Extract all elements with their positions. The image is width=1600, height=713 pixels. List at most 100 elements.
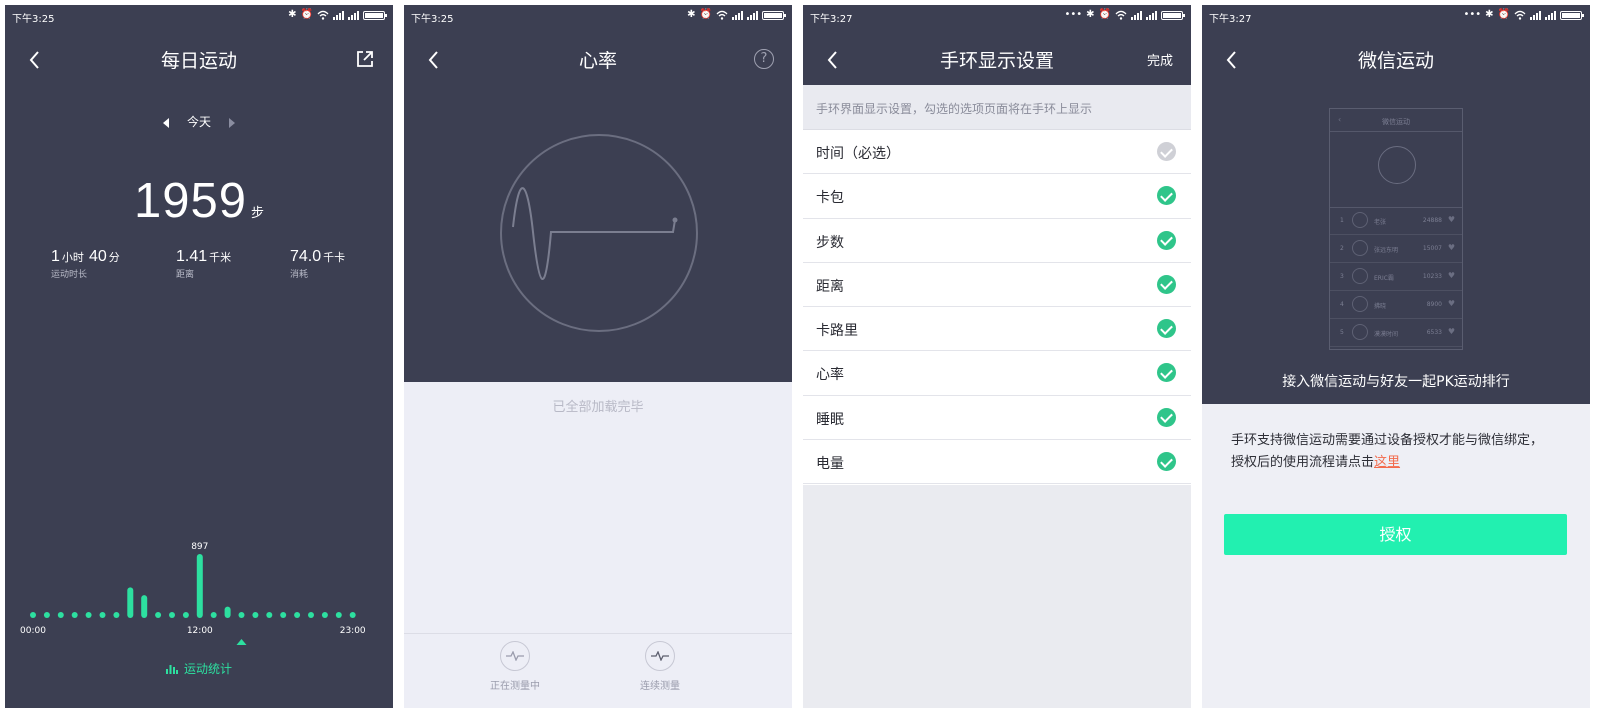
checkmark-icon[interactable] — [1157, 407, 1176, 427]
next-day-icon[interactable] — [228, 117, 235, 128]
checkmark-icon[interactable] — [1157, 319, 1176, 339]
authorize-button[interactable]: 授权 — [1224, 514, 1567, 555]
bluetooth-icon: ✱ — [687, 9, 696, 20]
preview-rank-row: 4 拂晓 8900 ♥ — [1330, 291, 1462, 319]
chart-bar[interactable] — [43, 612, 50, 618]
chart-bar[interactable] — [155, 612, 162, 618]
setting-label: 睡眠 — [816, 411, 844, 428]
distance-unit: 千米 — [209, 251, 232, 264]
activity-stats-link[interactable]: 运动统计 — [5, 660, 393, 677]
heart-icon: ♥ — [1447, 299, 1455, 308]
hourly-steps-chart[interactable]: 897 00:00 12:00 23:00 — [5, 525, 393, 655]
rank-avatar — [1352, 324, 1368, 340]
chart-bar[interactable] — [321, 612, 328, 618]
heartbeat-wave — [512, 187, 676, 280]
here-link[interactable]: 这里 — [1374, 455, 1400, 470]
setting-row[interactable]: 卡包 — [803, 174, 1191, 219]
checkmark-icon[interactable] — [1157, 452, 1176, 472]
setting-row[interactable]: 电量 — [803, 440, 1191, 485]
rank-name: 漠漠时间 — [1374, 331, 1399, 338]
checkmark-icon[interactable] — [1157, 186, 1176, 206]
status-bar: 下午3:25 ✱ ⏰ — [5, 5, 393, 27]
chart-bar[interactable] — [266, 612, 273, 618]
setting-row[interactable]: 步数 — [803, 219, 1191, 263]
chart-bar[interactable] — [238, 612, 245, 618]
chart-cursor-indicator[interactable] — [236, 639, 247, 645]
rank-avatar — [1352, 212, 1368, 228]
checkmark-icon[interactable] — [1157, 230, 1176, 250]
wifi-icon — [716, 10, 728, 20]
prev-day-icon[interactable] — [163, 117, 170, 128]
chart-bar[interactable] — [294, 612, 301, 618]
help-icon[interactable]: ? — [754, 49, 774, 69]
bar-chart-icon — [165, 665, 178, 674]
heart-icon: ♥ — [1447, 215, 1455, 224]
setting-row[interactable]: 时间（必选） — [803, 130, 1191, 175]
status-time: 下午3:25 — [411, 14, 454, 25]
setting-row[interactable]: 距离 — [803, 263, 1191, 308]
setting-row[interactable]: 心率 — [803, 351, 1191, 396]
wechat-sport-screen: 下午3:27 ••• ✱ ⏰ 微信运动 ‹ 微信运动 1 老张 24888 ♥ 2 张远东… — [1202, 5, 1590, 708]
chart-bar[interactable] — [99, 612, 106, 618]
distance-value: 1.41 — [176, 248, 208, 265]
signal-icon-2 — [747, 10, 758, 20]
chart-bar[interactable] — [224, 606, 231, 618]
chart-bar[interactable] — [141, 595, 148, 618]
rank-name: 老张 — [1374, 219, 1387, 226]
step-count-unit: 步 — [251, 206, 265, 221]
chart-x-tick-label: 23:00 — [340, 626, 366, 636]
chart-bar[interactable] — [349, 612, 356, 618]
share-icon[interactable] — [355, 49, 375, 69]
page-title: 每日运动 — [160, 50, 237, 72]
chart-bar[interactable] — [57, 612, 64, 618]
chart-bar[interactable] — [30, 612, 36, 618]
chart-bar[interactable] — [127, 587, 134, 618]
page-title: 微信运动 — [1357, 50, 1434, 72]
setting-row[interactable]: 卡路里 — [803, 307, 1191, 352]
wifi-icon — [1115, 10, 1127, 20]
preview-divider — [1330, 131, 1462, 132]
chart-bar[interactable] — [280, 612, 287, 618]
page-title: 心率 — [578, 50, 617, 72]
chart-bar[interactable] — [85, 612, 92, 618]
setting-row[interactable]: 睡眠 — [803, 396, 1191, 441]
done-button[interactable]: 完成 — [1147, 50, 1173, 69]
chart-bar[interactable] — [71, 612, 78, 618]
preview-avatar — [1378, 146, 1416, 184]
preview-rank-row: 5 漠漠时间 6533 ♥ — [1330, 319, 1462, 347]
status-icons: ✱ ⏰ — [687, 9, 786, 21]
signal-icon — [1131, 10, 1142, 20]
continuous-measure-button[interactable]: 连续测量 — [600, 641, 720, 692]
rank-number: 3 — [1340, 273, 1344, 280]
chart-bar[interactable] — [169, 612, 175, 618]
distance-label: 距离 — [176, 270, 195, 280]
status-bar: 下午3:25 ✱ ⏰ — [404, 5, 792, 27]
duration-minutes: 40 — [89, 248, 107, 265]
pk-caption: 接入微信运动与好友一起PK运动排行 — [1282, 374, 1510, 390]
rank-number: 2 — [1340, 245, 1344, 252]
chart-bar[interactable] — [308, 612, 314, 618]
chart-bar[interactable] — [182, 612, 189, 618]
rank-number: 4 — [1340, 301, 1344, 308]
settings-empty-area — [803, 485, 1191, 708]
measuring-label: 正在测量中 — [490, 681, 540, 692]
more-dots-icon: ••• — [1064, 9, 1083, 20]
status-time: 下午3:25 — [12, 14, 55, 25]
calories-unit: 千卡 — [323, 251, 346, 264]
chart-bar[interactable] — [335, 612, 342, 618]
rank-number: 5 — [1340, 329, 1344, 336]
chart-bar[interactable] — [196, 554, 203, 618]
setting-label: 电量 — [816, 456, 844, 473]
checkmark-icon[interactable] — [1157, 363, 1176, 383]
status-time: 下午3:27 — [810, 14, 853, 25]
chart-bar[interactable] — [113, 612, 120, 618]
status-time: 下午3:27 — [1209, 14, 1252, 25]
auth-description-line1: 手环支持微信运动需要通过设备授权才能与微信绑定， — [1231, 433, 1544, 448]
status-icons: ••• ✱ ⏰ — [1064, 9, 1185, 21]
checkmark-icon[interactable] — [1157, 274, 1176, 294]
measuring-button[interactable]: 正在测量中 — [455, 641, 575, 692]
heart-rate-screen: 下午3:25 ✱ ⏰ 心率 ? 已全部加载完毕 正在测量中 连续测量 — [404, 5, 792, 708]
chart-bar[interactable] — [210, 612, 217, 618]
rank-avatar — [1352, 240, 1368, 256]
chart-bar[interactable] — [252, 612, 259, 618]
